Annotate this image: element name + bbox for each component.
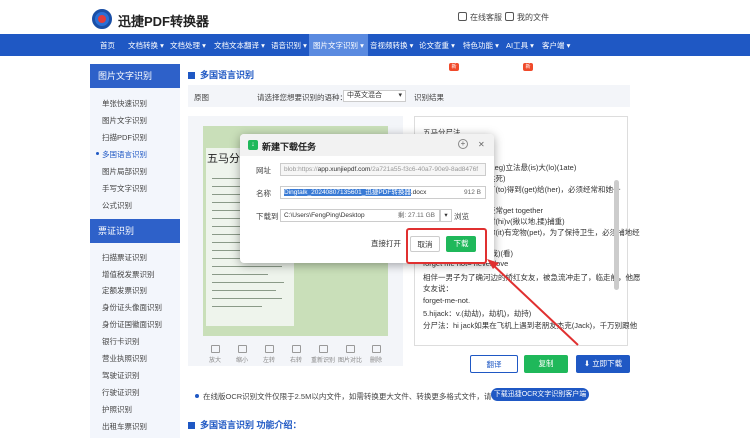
page: 迅捷PDF转换器 在线客服 我的文件 首页 文档转换 ▾ 文档处理 ▾ 文档文本…: [0, 0, 750, 438]
annotation-arrow: [487, 259, 579, 346]
